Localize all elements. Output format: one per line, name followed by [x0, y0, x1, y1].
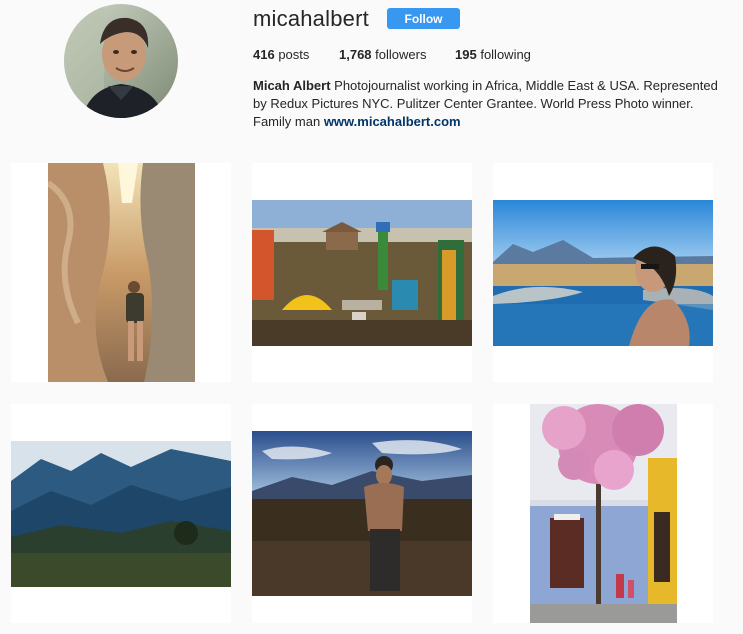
following-label: following	[480, 47, 531, 62]
follow-button[interactable]: Follow	[387, 8, 460, 29]
bio-website-link[interactable]: www.micahalbert.com	[324, 114, 461, 129]
post-tile-water-collection[interactable]	[252, 163, 472, 382]
post-image-water-collection	[252, 200, 472, 346]
post-image-mountain-valley	[11, 441, 231, 587]
post-tile-hot-spring[interactable]	[493, 163, 713, 382]
post-tile-pink-tree-street[interactable]	[493, 404, 713, 623]
post-tile-canyon[interactable]	[11, 163, 231, 382]
post-image-pink-tree-street	[530, 404, 677, 623]
profile-username: micahalbert	[253, 6, 369, 31]
profile-bio: Micah Albert Photojournalist working in …	[253, 77, 723, 131]
post-image-canyon	[48, 163, 195, 382]
followers-count: 1,768	[339, 47, 372, 62]
followers-label: followers	[375, 47, 427, 62]
bio-full-name: Micah Albert	[253, 78, 331, 93]
post-image-hot-spring	[493, 200, 713, 346]
following-count: 195	[455, 47, 477, 62]
post-tile-desert-portrait[interactable]	[252, 404, 472, 623]
followers-stat[interactable]: 1,768 followers	[339, 47, 426, 62]
profile-avatar[interactable]	[64, 4, 178, 118]
posts-label: posts	[278, 47, 310, 62]
post-image-desert-portrait	[252, 431, 472, 596]
post-tile-mountain-valley[interactable]	[11, 404, 231, 623]
posts-stat: 416 posts	[253, 47, 309, 62]
posts-count: 416	[253, 47, 275, 62]
following-stat[interactable]: 195 following	[455, 47, 531, 62]
